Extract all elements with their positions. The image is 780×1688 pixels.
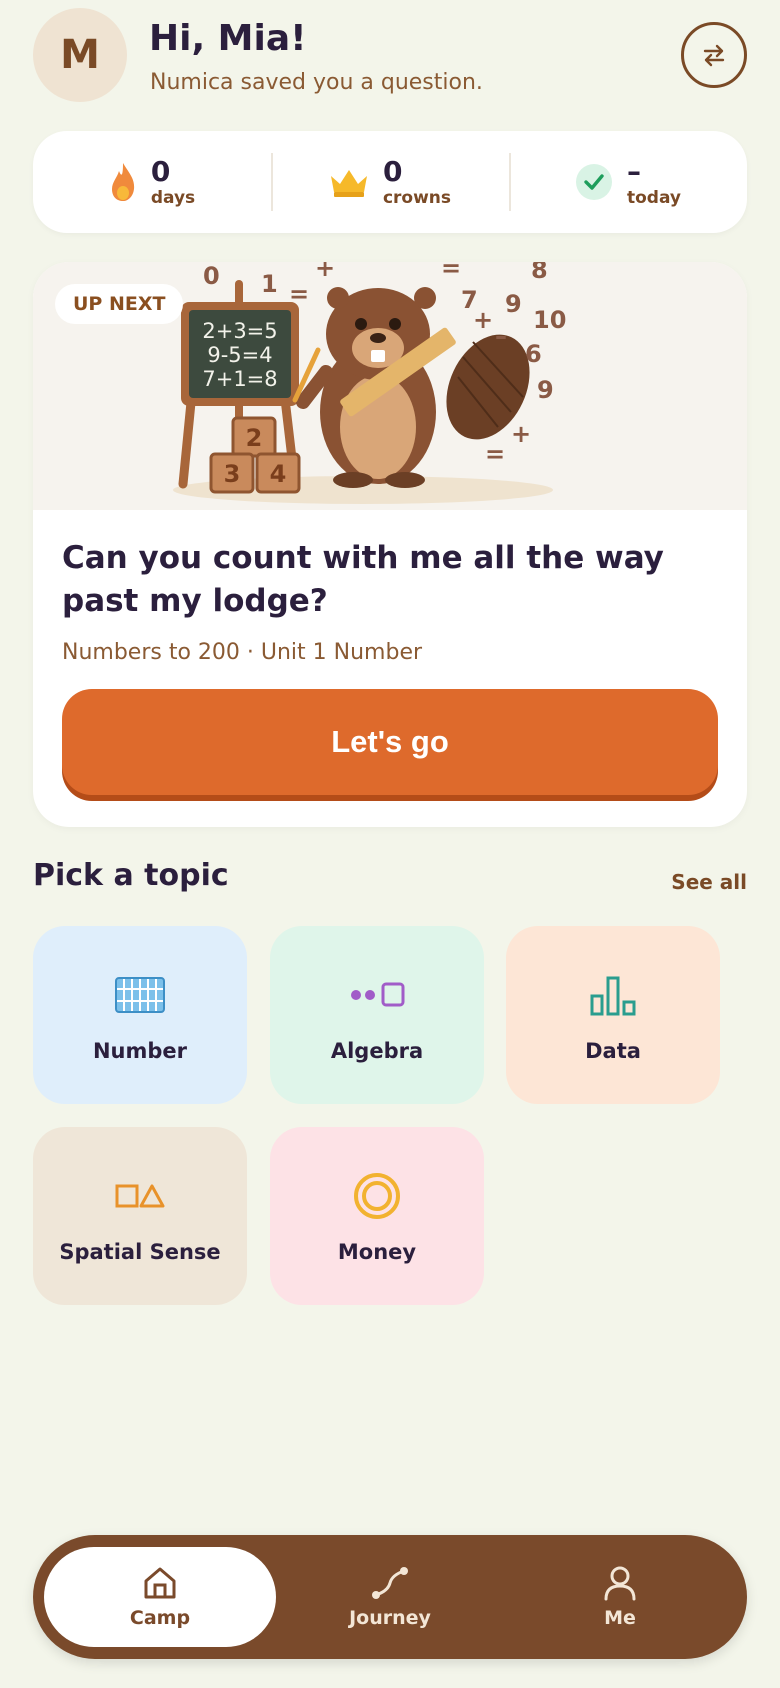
person-icon xyxy=(604,1566,636,1601)
stat-label: days xyxy=(150,187,196,208)
nav-camp[interactable]: Camp xyxy=(44,1547,276,1647)
greeting: Hi, Mia! xyxy=(149,18,307,59)
topic-label: Number xyxy=(92,1039,188,1063)
bottom-nav: Camp Journey Me xyxy=(33,1535,747,1659)
topic-label: Algebra xyxy=(330,1039,424,1063)
chalkboard-line: 9-5=4 xyxy=(207,343,272,367)
header: M Hi, Mia! Numica saved you a question. xyxy=(33,8,747,104)
shapes-icon xyxy=(115,1184,165,1208)
see-all-link[interactable]: See all xyxy=(671,870,747,894)
stat-today: – today xyxy=(509,131,747,233)
nav-label: Me xyxy=(604,1607,636,1629)
topic-money[interactable]: Money xyxy=(270,1127,484,1305)
coin-icon xyxy=(354,1173,400,1219)
path-icon xyxy=(372,1567,408,1599)
question-title: Can you count with me all the way past m… xyxy=(62,540,664,619)
floating-number: + xyxy=(473,306,493,334)
topic-label: Data xyxy=(585,1039,641,1063)
flame-icon xyxy=(111,163,134,201)
floating-number: 10 xyxy=(533,306,566,334)
topic-label: Money xyxy=(337,1240,417,1264)
floating-number: = xyxy=(441,262,461,282)
floating-number: 9 xyxy=(537,376,554,404)
check-icon xyxy=(575,164,612,200)
floating-number: = xyxy=(289,280,309,308)
floating-number: – xyxy=(495,322,507,350)
block-number: 4 xyxy=(270,460,287,488)
nav-me[interactable]: Me xyxy=(504,1547,736,1647)
grid-icon xyxy=(115,977,165,1013)
stat-crowns: 0 crowns xyxy=(271,131,509,233)
pattern-icon xyxy=(351,982,405,1007)
beaver-illustration: 2+3=5 9-5=4 7+1=8 2 3 4 0 1 = + = 8 7 9 … xyxy=(33,262,747,510)
crown-icon xyxy=(330,170,367,197)
topic-spatial-sense[interactable]: Spatial Sense xyxy=(33,1127,247,1305)
floating-number: 0 xyxy=(203,262,220,290)
stat-value: 0 xyxy=(382,154,403,188)
nav-label: Camp xyxy=(129,1607,191,1629)
floating-number: 9 xyxy=(505,290,522,318)
floating-number: = xyxy=(485,440,505,468)
greeting-subtitle: Numica saved you a question. xyxy=(150,70,483,95)
home-icon xyxy=(144,1567,176,1599)
floating-number: + xyxy=(511,420,531,448)
question-meta: Numbers to 200 · Unit 1 Number xyxy=(62,640,423,665)
stat-value: 0 xyxy=(150,154,171,188)
floating-number: 1 xyxy=(261,270,278,298)
chalkboard-line: 7+1=8 xyxy=(202,367,277,391)
switch-profile-button[interactable] xyxy=(681,22,747,88)
block-number: 3 xyxy=(224,460,241,488)
topic-number[interactable]: Number xyxy=(33,926,247,1104)
section-title: Pick a topic xyxy=(33,858,229,893)
lets-go-button[interactable]: Let's go xyxy=(62,689,718,795)
bar-chart-icon xyxy=(590,976,636,1016)
swap-icon xyxy=(703,44,725,67)
topic-label: Spatial Sense xyxy=(59,1240,221,1264)
floating-number: 6 xyxy=(525,340,542,368)
floating-number: 8 xyxy=(531,262,548,284)
stat-label: crowns xyxy=(382,187,452,208)
up-next-card[interactable]: 2+3=5 9-5=4 7+1=8 2 3 4 0 1 = + = 8 7 9 … xyxy=(33,262,747,827)
stat-label: today xyxy=(626,187,681,208)
floating-number: + xyxy=(315,262,335,282)
block-number: 2 xyxy=(246,424,263,452)
stat-value: – xyxy=(626,154,641,188)
stats-bar: 0 days 0 crowns – today xyxy=(33,131,747,233)
up-next-badge: UP NEXT xyxy=(55,284,184,324)
topic-data[interactable]: Data xyxy=(506,926,720,1104)
nav-journey[interactable]: Journey xyxy=(274,1547,506,1647)
chalkboard-line: 2+3=5 xyxy=(202,319,277,343)
nav-label: Journey xyxy=(349,1607,431,1629)
avatar[interactable]: M xyxy=(33,8,127,102)
stat-streak: 0 days xyxy=(33,131,271,233)
topic-algebra[interactable]: Algebra xyxy=(270,926,484,1104)
